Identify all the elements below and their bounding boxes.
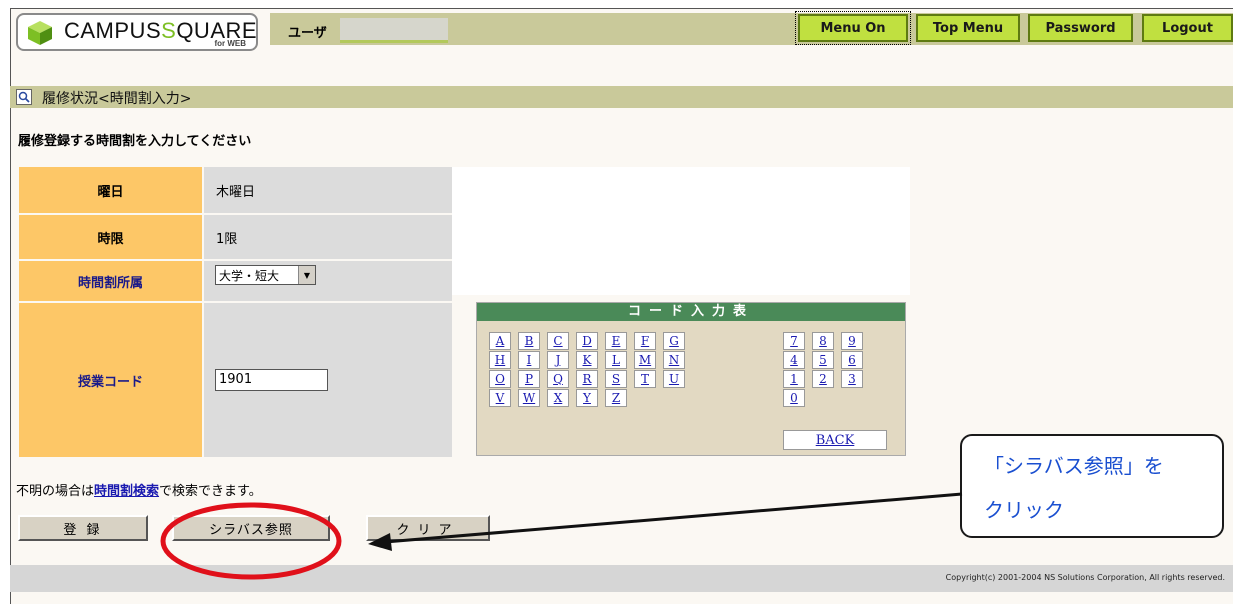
code-key-k[interactable]: K bbox=[576, 351, 598, 369]
code-key-t[interactable]: T bbox=[634, 370, 656, 388]
page-title-bar bbox=[10, 86, 1233, 108]
password-button[interactable]: Password bbox=[1028, 14, 1133, 42]
cube-logo-icon bbox=[28, 21, 52, 45]
code-key-q[interactable]: Q bbox=[547, 370, 569, 388]
callout-line-1: 「シラバス参照」を bbox=[984, 454, 1164, 478]
register-button[interactable]: 登 録 bbox=[18, 515, 148, 541]
code-key-g[interactable]: G bbox=[663, 332, 685, 350]
code-key-a[interactable]: A bbox=[489, 332, 511, 350]
code-key-j[interactable]: J bbox=[547, 351, 569, 369]
help-text: 不明の場合は時間割検索で検索できます。 bbox=[16, 484, 262, 499]
page-title: 履修状況<時間割入力> bbox=[42, 91, 192, 107]
code-table-header: コード入力表 bbox=[477, 303, 905, 321]
code-key-o[interactable]: O bbox=[489, 370, 511, 388]
code-key-5[interactable]: 5 bbox=[812, 351, 834, 369]
logout-button[interactable]: Logout bbox=[1142, 14, 1233, 42]
user-name-masked bbox=[340, 18, 448, 43]
user-label: ユーザ bbox=[288, 26, 327, 41]
code-key-e[interactable]: E bbox=[605, 332, 627, 350]
code-key-8[interactable]: 8 bbox=[812, 332, 834, 350]
back-key[interactable]: BACK bbox=[783, 430, 887, 450]
code-key-6[interactable]: 6 bbox=[841, 351, 863, 369]
code-key-n[interactable]: N bbox=[663, 351, 685, 369]
code-key-z[interactable]: Z bbox=[605, 389, 627, 407]
code-key-f[interactable]: F bbox=[634, 332, 656, 350]
chevron-down-icon[interactable]: ▼ bbox=[298, 266, 315, 284]
period-label: 時限 bbox=[19, 215, 202, 259]
period-value: 1限 bbox=[204, 215, 452, 259]
code-key-i[interactable]: I bbox=[518, 351, 540, 369]
code-key-l[interactable]: L bbox=[605, 351, 627, 369]
callout-line-2: クリック bbox=[984, 498, 1064, 522]
code-key-0[interactable]: 0 bbox=[783, 389, 805, 407]
course-code-input[interactable]: 1901 bbox=[215, 369, 328, 391]
magnifier-icon bbox=[16, 89, 32, 105]
code-key-u[interactable]: U bbox=[663, 370, 685, 388]
menu-on-button[interactable]: Menu On bbox=[795, 11, 911, 45]
code-key-d[interactable]: D bbox=[576, 332, 598, 350]
code-key-c[interactable]: C bbox=[547, 332, 569, 350]
code-key-2[interactable]: 2 bbox=[812, 370, 834, 388]
day-value: 木曜日 bbox=[204, 167, 452, 213]
syllabus-button[interactable]: シラバス参照 bbox=[172, 515, 330, 541]
affiliation-select[interactable]: 大学・短大 ▼ bbox=[215, 265, 316, 285]
timetable-search-link[interactable]: 時間割検索 bbox=[94, 484, 159, 499]
code-key-9[interactable]: 9 bbox=[841, 332, 863, 350]
code-input-table: コード入力表 ABCDEFG HIJKLMN OPQRSTU VWXYZ 789 456… bbox=[476, 302, 906, 456]
affiliation-selected-value: 大学・短大 bbox=[219, 268, 280, 283]
code-key-v[interactable]: V bbox=[489, 389, 511, 407]
code-key-w[interactable]: W bbox=[518, 389, 540, 407]
code-key-p[interactable]: P bbox=[518, 370, 540, 388]
annotation-callout: 「シラバス参照」を クリック bbox=[960, 434, 1224, 538]
code-key-y[interactable]: Y bbox=[576, 389, 598, 407]
copyright-text: Copyright(c) 2001-2004 NS Solutions Corp… bbox=[945, 573, 1225, 582]
code-key-m[interactable]: M bbox=[634, 351, 656, 369]
code-key-h[interactable]: H bbox=[489, 351, 511, 369]
footer: Copyright(c) 2001-2004 NS Solutions Corp… bbox=[10, 565, 1233, 592]
blank-panel bbox=[452, 167, 910, 295]
code-key-r[interactable]: R bbox=[576, 370, 598, 388]
top-menu-button[interactable]: Top Menu bbox=[916, 14, 1020, 42]
day-label: 曜日 bbox=[19, 167, 202, 213]
code-key-7[interactable]: 7 bbox=[783, 332, 805, 350]
code-key-4[interactable]: 4 bbox=[783, 351, 805, 369]
code-key-3[interactable]: 3 bbox=[841, 370, 863, 388]
clear-button[interactable]: クリア bbox=[366, 515, 490, 541]
instruction-text: 履修登録する時間割を入力してください bbox=[18, 134, 252, 149]
code-key-s[interactable]: S bbox=[605, 370, 627, 388]
campussquare-logo: CAMPUSSQUARE for WEB bbox=[16, 13, 258, 51]
course-code-label: 授業コード bbox=[19, 303, 202, 457]
affiliation-label: 時間割所属 bbox=[19, 261, 202, 301]
logo-subtitle: for WEB bbox=[214, 39, 246, 48]
code-key-x[interactable]: X bbox=[547, 389, 569, 407]
code-key-1[interactable]: 1 bbox=[783, 370, 805, 388]
code-key-b[interactable]: B bbox=[518, 332, 540, 350]
